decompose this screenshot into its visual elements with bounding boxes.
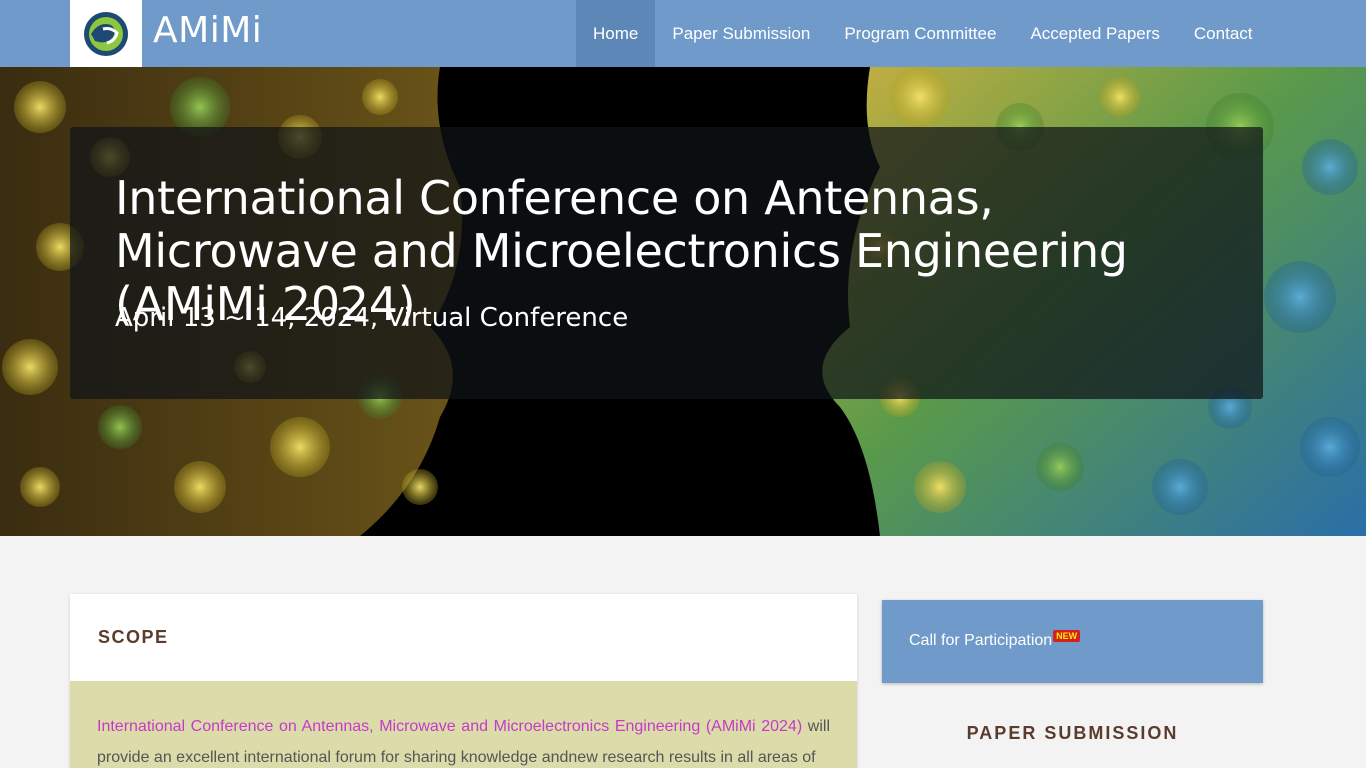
nav-item-paper-submission[interactable]: Paper Submission [655, 0, 827, 67]
cfp-label: Call for Participation [909, 632, 1053, 649]
site-brand[interactable]: AMiMi [153, 10, 262, 51]
nav-item-accepted-papers[interactable]: Accepted Papers [1013, 0, 1176, 67]
scope-heading: SCOPE [98, 627, 169, 647]
new-badge-icon: NEW [1053, 630, 1081, 642]
scope-card: SCOPE International Conference on Antenn… [70, 594, 857, 768]
nav-menu: Home Paper Submission Program Committee … [576, 0, 1270, 67]
scope-body: International Conference on Antennas, Mi… [70, 681, 857, 768]
navbar: AMiMi Home Paper Submission Program Comm… [0, 0, 1366, 67]
nav-item-program-committee[interactable]: Program Committee [827, 0, 1013, 67]
hero-banner: International Conference on Antennas, Mi… [0, 67, 1366, 536]
logo[interactable] [70, 0, 142, 67]
hero-overlay-panel: International Conference on Antennas, Mi… [70, 127, 1263, 399]
paper-submission-heading: PAPER SUBMISSION [966, 723, 1179, 743]
call-for-participation-button[interactable]: Call for Participation NEW [882, 600, 1263, 683]
nav-item-contact[interactable]: Contact [1177, 0, 1270, 67]
scope-header: SCOPE [70, 594, 857, 681]
hero-subtitle: April 13 ~ 14, 2024, Virtual Conference [115, 303, 629, 333]
nav-item-home[interactable]: Home [576, 0, 656, 67]
globe-logo-icon [84, 11, 128, 56]
scope-conference-link[interactable]: International Conference on Antennas, Mi… [97, 718, 802, 735]
